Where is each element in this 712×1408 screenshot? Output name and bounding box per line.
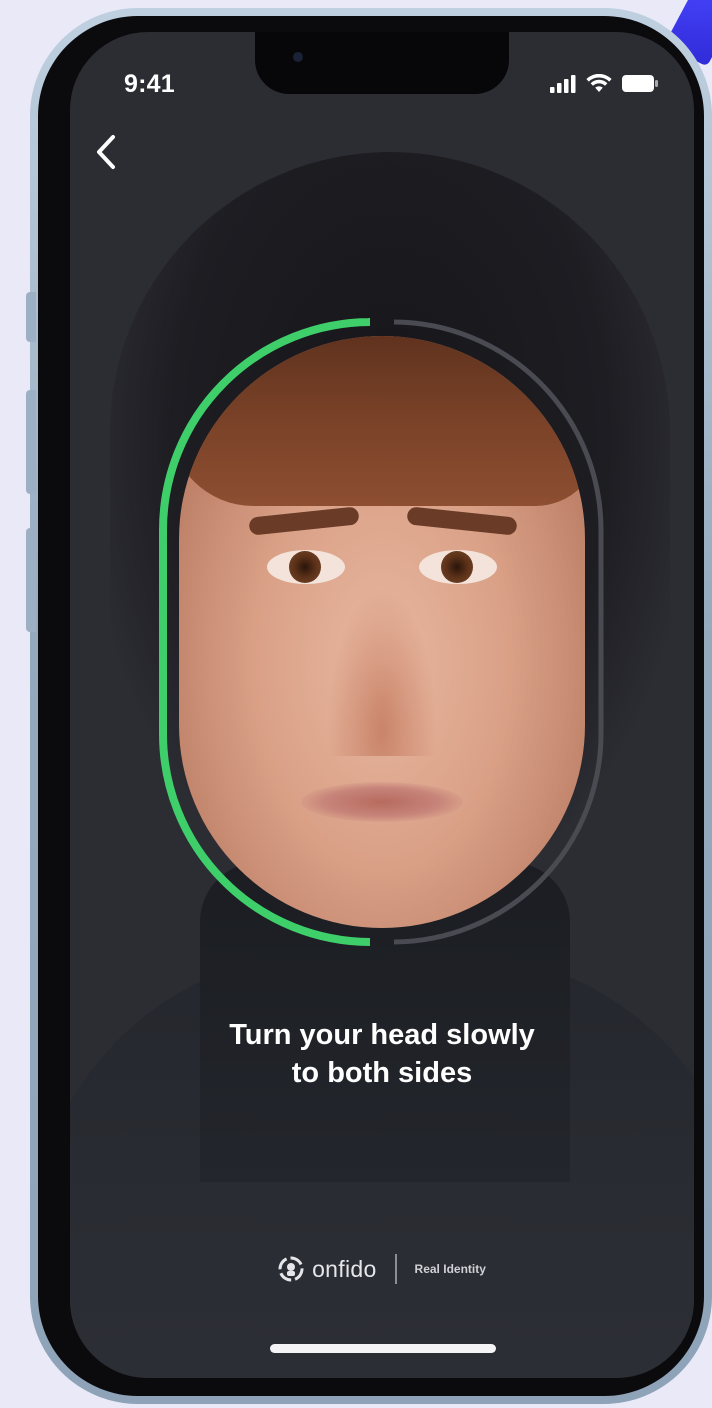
brand-name: onfido (312, 1255, 377, 1282)
volume-up-button (26, 390, 36, 494)
chevron-left-icon (97, 135, 115, 169)
status-icons (550, 74, 658, 93)
wifi-icon (586, 74, 612, 92)
capture-progress-ring (159, 318, 604, 946)
instruction-text: Turn your head slowly to both sides (70, 1016, 694, 1092)
progress-ring-fill (159, 318, 373, 946)
onfido-branding: onfido Real Identity (70, 1254, 694, 1284)
progress-ring-track (392, 319, 604, 945)
onfido-logo-icon (278, 1256, 304, 1282)
home-indicator[interactable] (270, 1344, 496, 1353)
phone-screen: 9:41 Turn your head slowly to both sides… (70, 32, 694, 1378)
cellular-signal-icon (550, 74, 576, 93)
instruction-line-1: Turn your head slowly (229, 1019, 535, 1051)
brand-divider (394, 1254, 397, 1284)
notch (255, 32, 509, 94)
face-capture-frame (155, 312, 609, 952)
volume-down-button (26, 528, 36, 632)
front-camera (293, 52, 303, 62)
brand-tagline: Real Identity (414, 1262, 486, 1276)
instruction-line-2: to both sides (291, 1057, 473, 1089)
back-button[interactable] (84, 130, 128, 174)
page: 9:41 Turn your head slowly to both sides… (0, 0, 712, 1408)
status-time: 9:41 (124, 70, 175, 98)
mute-switch (26, 292, 36, 342)
battery-icon (622, 75, 658, 92)
